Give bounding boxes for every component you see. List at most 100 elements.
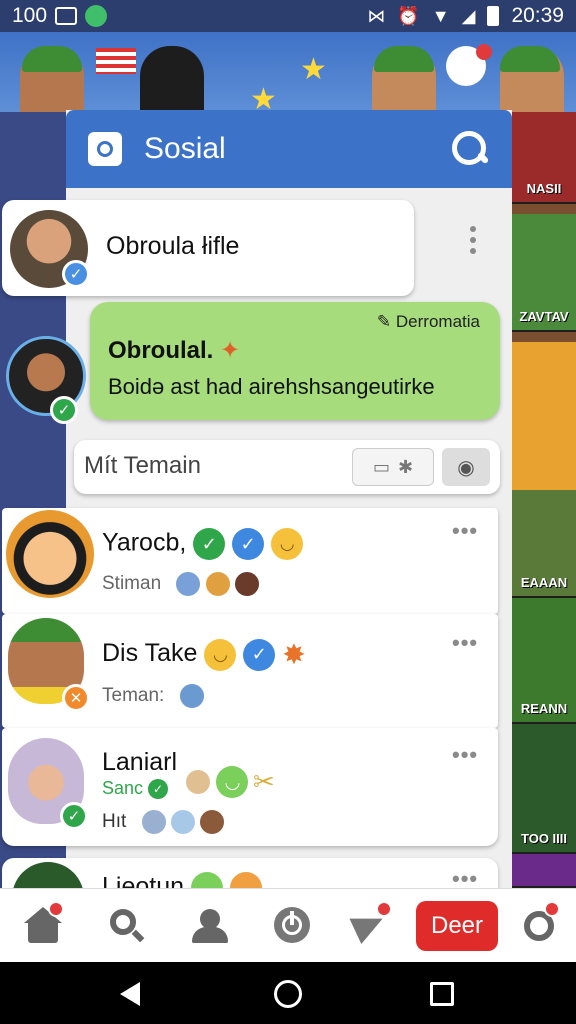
message-bubble[interactable]: ✎ Derromatia Obroulal. ✦ Boidə ast had a… xyxy=(90,302,500,420)
contact-name-row: Dis Take ◡ ✓ ✸ xyxy=(102,638,306,671)
contact-card[interactable]: ✓ Laniarl Sanc ✓ ◡ ✂ Hıt xyxy=(2,728,498,846)
action-button[interactable]: Deer xyxy=(416,901,498,951)
star-icon: ✸ xyxy=(282,639,306,670)
recents-icon[interactable] xyxy=(430,982,454,1006)
reaction-row: ◡ ✂ xyxy=(184,766,275,798)
contact-subtitle-row: Teman: xyxy=(102,682,206,710)
contact-name: Yarocb, xyxy=(102,528,187,557)
home-circle-icon[interactable] xyxy=(274,980,302,1008)
app-notification-icon xyxy=(85,5,108,27)
back-icon[interactable] xyxy=(120,982,140,1006)
more-options-icon[interactable]: ••• xyxy=(452,742,478,768)
mini-avatar xyxy=(184,768,212,796)
mini-avatar xyxy=(198,808,227,836)
strip-tile: REANN xyxy=(512,598,576,724)
message-body: Boidə ast had airehshsangeutirke xyxy=(108,374,435,399)
app-bar: Sosial xyxy=(66,110,512,188)
search-icon[interactable] xyxy=(450,129,490,169)
settings-icon[interactable] xyxy=(520,901,560,945)
banner-hat xyxy=(374,46,434,72)
send-icon[interactable] xyxy=(349,901,392,945)
contact-subtitle: Hıt xyxy=(102,811,127,833)
strip-tile xyxy=(512,854,576,888)
mini-avatar xyxy=(203,570,232,598)
avatar xyxy=(6,510,94,598)
app-title: Sosial xyxy=(144,132,226,165)
flag-icon xyxy=(96,48,136,74)
message-title: Obroulal. ✦ xyxy=(108,337,241,364)
star-icon: ★ xyxy=(300,53,327,86)
screenshot-icon xyxy=(55,7,78,25)
smile-icon: ◡ xyxy=(204,638,237,671)
more-options-icon[interactable]: ••• xyxy=(452,630,478,656)
verified-icon: ✓ xyxy=(62,260,90,288)
camera-icon: ◉ xyxy=(457,456,475,479)
strip-tile: EAAAN xyxy=(512,490,576,598)
app-logo-icon xyxy=(88,132,122,166)
contact-card[interactable]: Yarocb, ✓ ✓ ◡ Stiman xyxy=(2,508,498,614)
contacts-icon[interactable] xyxy=(190,905,230,945)
banner-hat xyxy=(500,46,560,72)
strip-tile xyxy=(512,342,576,492)
chat-icon: ▭ xyxy=(372,456,390,477)
mini-avatar xyxy=(168,808,197,836)
contact-subtitle-row: Stiman xyxy=(102,570,261,598)
search-icon[interactable] xyxy=(106,905,146,945)
composer: Mít Temain ▭ ✱ ◉ xyxy=(74,440,500,494)
home-icon[interactable] xyxy=(24,901,64,945)
battery-level: 100 xyxy=(12,4,48,27)
battery-icon xyxy=(487,6,500,26)
status-bar: 100 ⋈ ⏰ ▼ ◢ 20:39 xyxy=(0,0,576,32)
wifi-icon: ▼ xyxy=(431,5,450,26)
contact-name: Dis Take xyxy=(102,639,198,668)
verified-icon: ✓ xyxy=(60,802,88,830)
check-icon: ✓ xyxy=(148,779,169,800)
contact-subtitle-row: Hıt xyxy=(102,808,227,836)
contact-subtitle: Stiman xyxy=(102,573,162,595)
star-icon: ★ xyxy=(250,83,277,112)
contact-subtitle: Teman: xyxy=(102,685,165,707)
side-strip: NASII ZAVTAV EAAAN REANN TOO IIII xyxy=(512,112,576,888)
smile-icon: ◡ xyxy=(216,766,249,798)
alarm-icon: ⏰ xyxy=(397,5,420,26)
edit-icon: ✎ xyxy=(376,312,392,331)
message-tag: ✎ Derromatia xyxy=(376,312,480,331)
more-options-icon[interactable]: ••• xyxy=(452,518,478,544)
star-icon: ✱ xyxy=(397,456,414,477)
mini-avatar xyxy=(232,570,261,598)
chat-button[interactable]: ▭ ✱ xyxy=(352,448,434,486)
message-input[interactable]: Mít Temain xyxy=(84,452,201,480)
verified-icon: ✓ xyxy=(50,396,78,424)
strip-tile: NASII xyxy=(512,112,576,204)
smile-icon: ◡ xyxy=(271,528,304,560)
check-icon: ✓ xyxy=(193,528,226,560)
verified-icon: ✓ xyxy=(232,528,265,560)
block-icon: ✕ xyxy=(62,684,90,712)
background-banner: ★ ★ xyxy=(0,32,576,112)
contact-name-row: Yarocb, ✓ ✓ ◡ xyxy=(102,528,304,560)
signal-icon: ◢ xyxy=(461,5,476,26)
reaction-icon: ✦ xyxy=(220,337,241,364)
notification-dot xyxy=(476,44,492,60)
banner-character xyxy=(140,46,204,112)
strip-tile: TOO IIII xyxy=(512,724,576,854)
bottom-nav: Deer xyxy=(0,888,576,962)
mini-avatar xyxy=(177,682,206,710)
contact-status: Sanc xyxy=(102,778,144,798)
contact-card[interactable]: ✕ Dis Take ◡ ✓ ✸ Teman: xyxy=(2,614,498,728)
system-nav-bar xyxy=(0,962,576,1024)
mini-avatar xyxy=(174,570,203,598)
wrench-icon: ✂ xyxy=(252,766,275,797)
mini-avatar xyxy=(139,808,168,836)
contact-status-row: Sanc ✓ xyxy=(102,778,169,800)
strip-tile: ZAVTAV xyxy=(512,214,576,332)
contact-name-row: Laniarl xyxy=(102,748,177,777)
contact-name: Laniarl xyxy=(102,748,178,776)
camera-button[interactable]: ◉ xyxy=(442,448,490,486)
contact-name: Obroula łifle xyxy=(106,232,240,260)
banner-hat xyxy=(22,46,82,72)
clock: 20:39 xyxy=(511,4,564,27)
power-icon[interactable] xyxy=(272,905,312,945)
pinned-contact-card[interactable]: ✓ Obroula łifle xyxy=(2,200,414,296)
more-options-icon[interactable] xyxy=(470,226,476,259)
